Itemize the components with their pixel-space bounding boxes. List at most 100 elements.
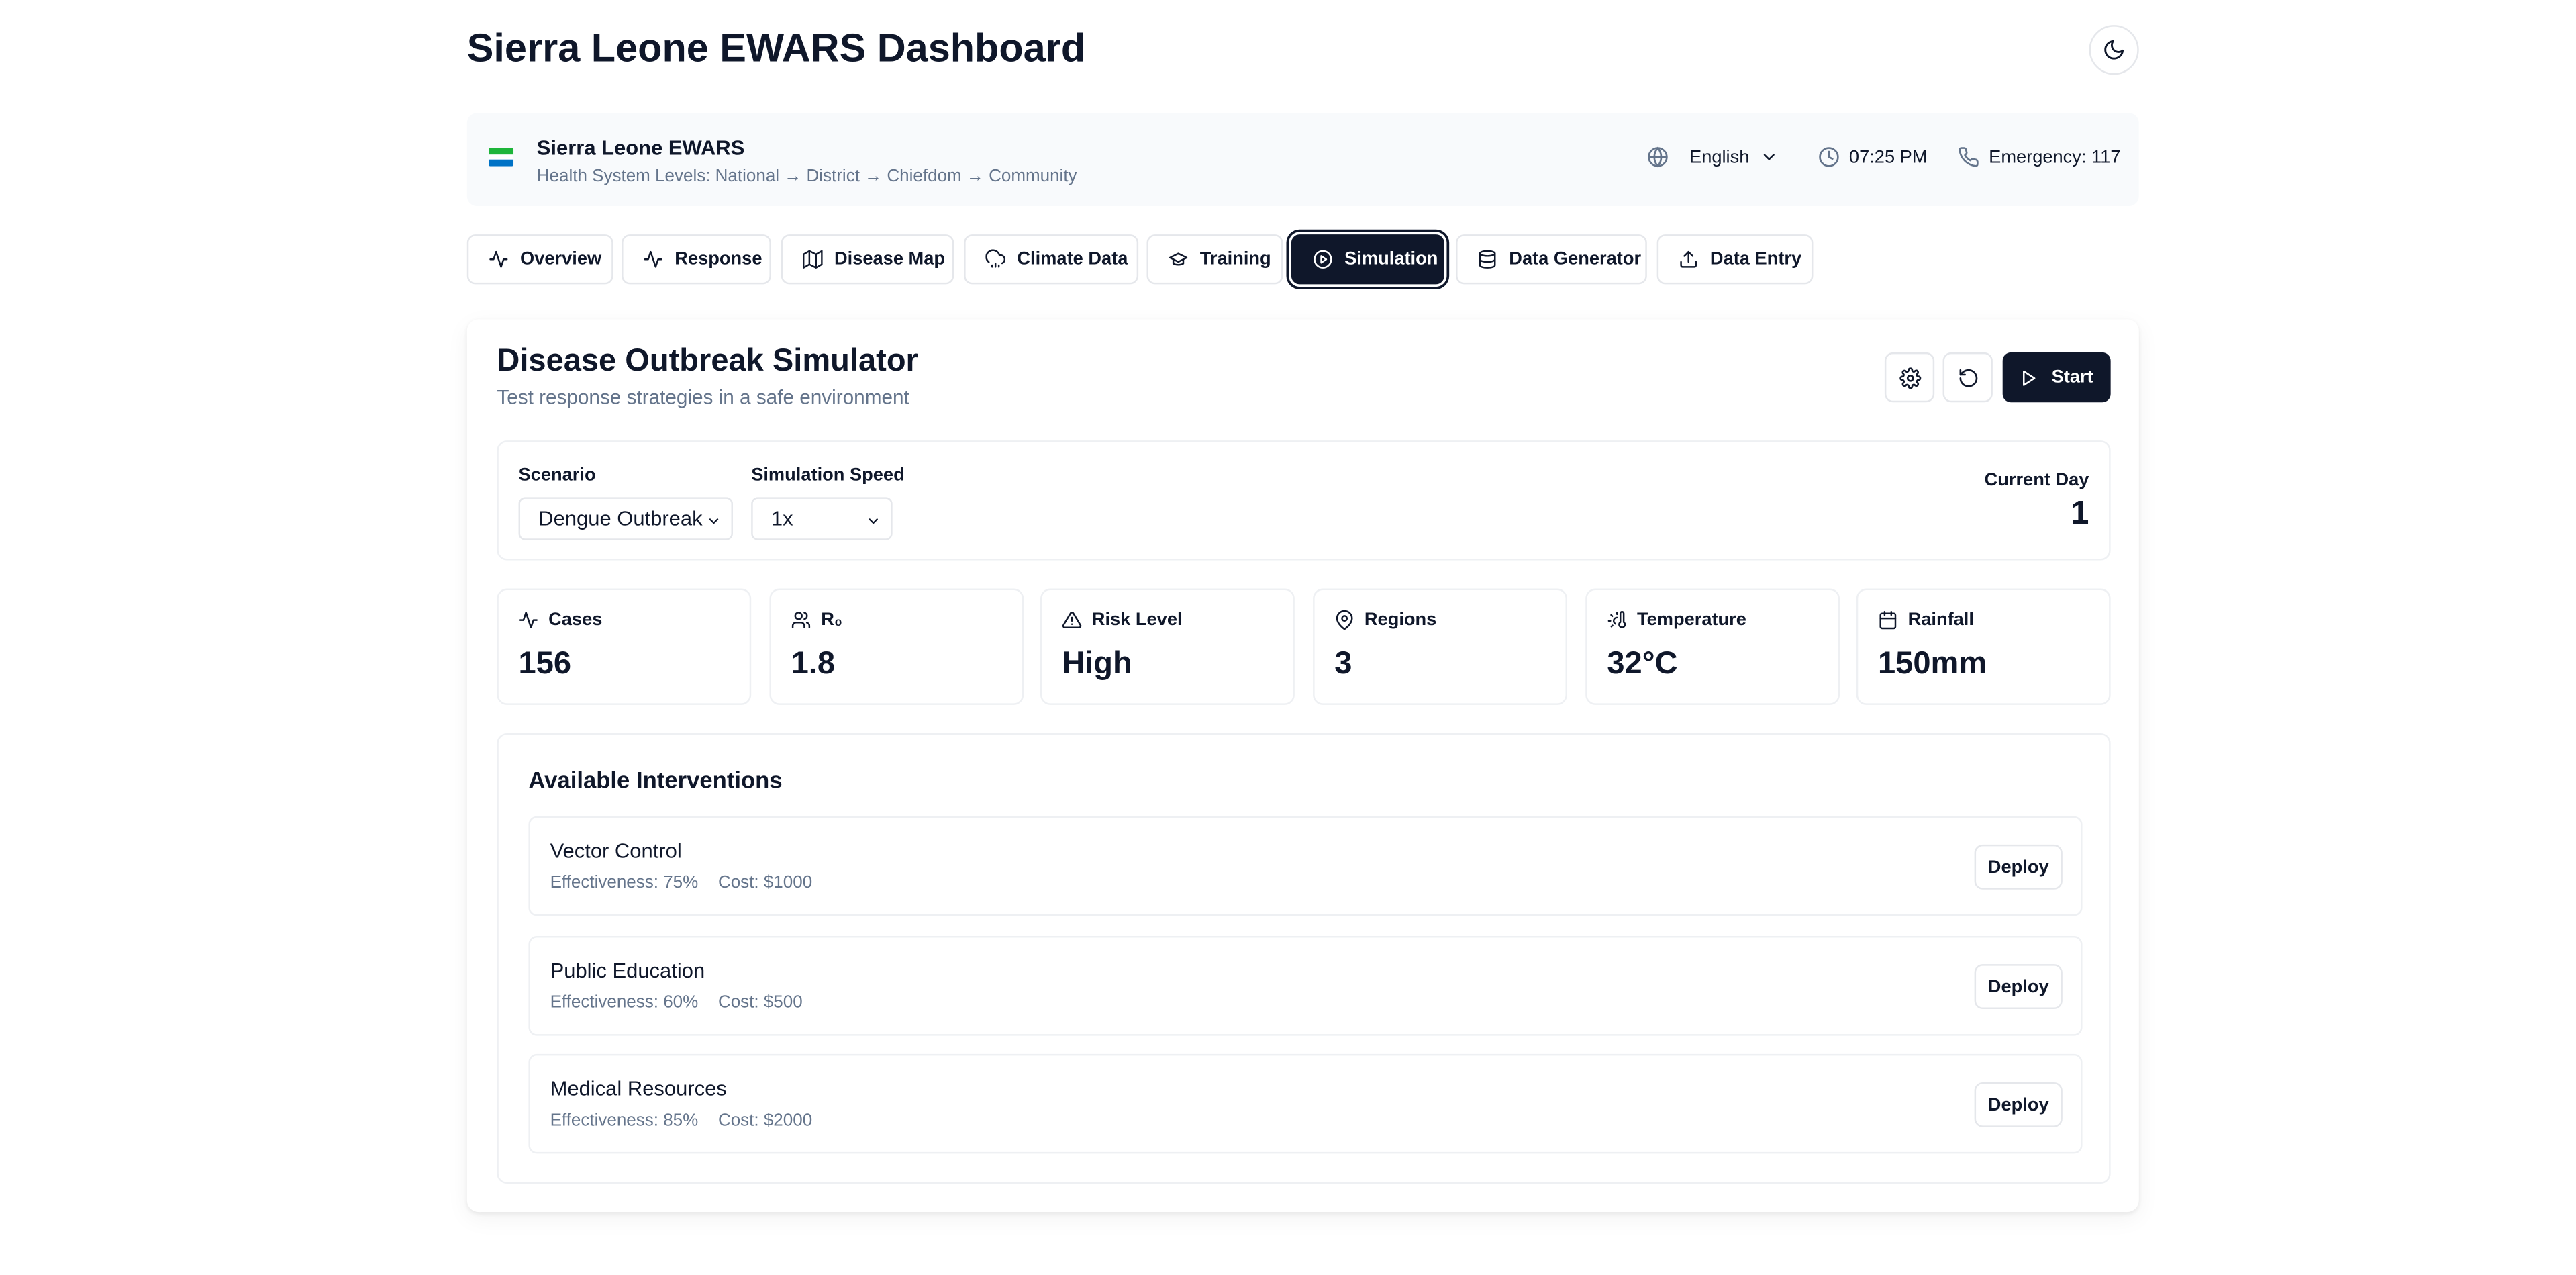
tab-label: Response bbox=[675, 249, 762, 270]
activity-icon bbox=[519, 612, 538, 628]
org-name: Sierra Leone EWARS bbox=[536, 136, 745, 160]
deploy-button[interactable]: Deploy bbox=[1974, 844, 2063, 890]
language-label: English bbox=[1689, 147, 1750, 167]
chevron-down-icon bbox=[869, 518, 878, 524]
tab-disease-map[interactable]: Disease Map bbox=[781, 234, 954, 285]
stat-temperature: Temperature 32°C bbox=[1585, 588, 1840, 705]
interventions-title: Available Interventions bbox=[528, 766, 783, 794]
intervention-cost: Cost: $2000 bbox=[717, 1111, 813, 1131]
current-time: 07:25 PM bbox=[1848, 147, 1928, 167]
play-icon bbox=[2024, 369, 2036, 385]
stat-risk-level: Risk Level High bbox=[1040, 588, 1295, 705]
info-bar-right: English 07:25 PM Emergency: 117 bbox=[1646, 146, 2121, 168]
tab-data-entry[interactable]: Data Entry bbox=[1656, 234, 1814, 285]
stat-cases: Cases 156 bbox=[497, 588, 752, 705]
stat-label: Temperature bbox=[1607, 610, 1746, 630]
stat-value: 3 bbox=[1334, 647, 1352, 682]
page-title: Sierra Leone EWARS Dashboard bbox=[466, 26, 1086, 72]
gear-icon bbox=[1899, 367, 1921, 389]
alert-triangle-icon bbox=[1062, 612, 1082, 628]
stat-value: 156 bbox=[518, 647, 572, 682]
tab-label: Disease Map bbox=[834, 249, 946, 270]
stat-value: 1.8 bbox=[791, 647, 836, 682]
stat-label: Risk Level bbox=[1062, 610, 1183, 630]
speed-select[interactable]: 1x bbox=[751, 497, 893, 540]
intervention-item: Medical Resources Effectiveness: 85% Cost… bbox=[528, 1053, 2083, 1154]
stat-label: Rainfall bbox=[1878, 610, 1974, 630]
intervention-name: Public Education bbox=[550, 959, 705, 983]
stat-value: 150mm bbox=[1877, 647, 1987, 682]
upload-icon bbox=[1680, 250, 1697, 268]
tab-climate-data[interactable]: Climate Data bbox=[964, 234, 1139, 285]
tab-overview[interactable]: Overview bbox=[466, 234, 613, 285]
language-selector[interactable]: English bbox=[1646, 146, 1788, 168]
rotate-ccw-icon bbox=[1959, 368, 1977, 387]
stat-label: R₀ bbox=[791, 610, 843, 630]
chevron-down-icon bbox=[1763, 154, 1774, 161]
emergency-number[interactable]: Emergency: 117 bbox=[1957, 146, 2121, 168]
speed-value: 1x bbox=[771, 507, 793, 530]
scenario-value: Dengue Outbreak bbox=[538, 507, 703, 530]
intervention-effectiveness: Effectiveness: 85% bbox=[550, 1111, 699, 1131]
intervention-meta: Effectiveness: 60% Cost: $500 bbox=[550, 992, 803, 1012]
start-button[interactable]: Start bbox=[2002, 352, 2111, 403]
thermometer-sun-icon bbox=[1607, 611, 1626, 628]
intervention-meta: Effectiveness: 75% Cost: $1000 bbox=[550, 873, 813, 893]
stat-regions: Regions 3 bbox=[1313, 588, 1567, 705]
intervention-cost: Cost: $500 bbox=[717, 992, 803, 1012]
deploy-button[interactable]: Deploy bbox=[1974, 1082, 2063, 1127]
stat-label-text: Temperature bbox=[1636, 610, 1746, 630]
current-day-label: Current Day bbox=[1984, 470, 2089, 491]
clock-display: 07:25 PM bbox=[1818, 146, 1928, 168]
simulator-title: Disease Outbreak Simulator bbox=[497, 344, 918, 379]
stat-label-text: R₀ bbox=[821, 610, 843, 630]
interventions-panel: Available Interventions Vector Control E… bbox=[497, 733, 2111, 1184]
stat-label-text: Cases bbox=[548, 610, 603, 630]
stat-rainfall: Rainfall 150mm bbox=[1856, 588, 2111, 705]
cloud-rain-icon bbox=[985, 249, 1006, 268]
tab-label: Data Entry bbox=[1710, 249, 1802, 270]
intervention-effectiveness: Effectiveness: 60% bbox=[550, 992, 699, 1012]
intervention-item: Vector Control Effectiveness: 75% Cost: $… bbox=[528, 816, 2083, 916]
stat-value: 32°C bbox=[1607, 647, 1678, 682]
current-day-value: 1 bbox=[2070, 495, 2089, 532]
deploy-button[interactable]: Deploy bbox=[1974, 964, 2063, 1009]
phone-icon bbox=[1958, 147, 1978, 167]
scenario-select[interactable]: Dengue Outbreak bbox=[518, 497, 733, 540]
play-circle-icon bbox=[1314, 250, 1332, 269]
simulation-controls: Scenario Dengue Outbreak Simulation Spee… bbox=[497, 440, 2111, 561]
settings-button[interactable] bbox=[1884, 352, 1935, 403]
stat-label-text: Risk Level bbox=[1091, 610, 1183, 630]
flag-stripe-green bbox=[488, 148, 514, 154]
intervention-effectiveness: Effectiveness: 75% bbox=[550, 872, 699, 893]
reset-button[interactable] bbox=[1942, 352, 1993, 403]
graduation-cap-icon bbox=[1169, 252, 1188, 266]
sierra-leone-flag-icon bbox=[488, 148, 514, 167]
start-label: Start bbox=[2051, 367, 2093, 387]
speed-label: Simulation Speed bbox=[751, 465, 905, 486]
tab-simulation[interactable]: Simulation bbox=[1291, 234, 1444, 285]
tab-training[interactable]: Training bbox=[1146, 234, 1283, 285]
simulator-card: Disease Outbreak Simulator Test response… bbox=[466, 319, 2139, 1213]
intervention-name: Medical Resources bbox=[550, 1077, 727, 1101]
flag-stripe-blue bbox=[488, 160, 514, 167]
flag-stripe-white bbox=[488, 154, 514, 160]
stat-value: High bbox=[1062, 647, 1132, 682]
intervention-cost: Cost: $1000 bbox=[717, 872, 813, 893]
stat-label-text: Regions bbox=[1364, 610, 1437, 630]
users-icon bbox=[791, 612, 811, 628]
app-root: Sierra Leone EWARS Dashboard Sierra Leon… bbox=[0, 0, 2576, 1275]
calendar-icon bbox=[1879, 610, 1897, 630]
database-icon bbox=[1479, 250, 1496, 269]
tab-label: Climate Data bbox=[1017, 249, 1128, 270]
globe-icon bbox=[1646, 146, 1667, 168]
simulator-subtitle: Test response strategies in a safe envir… bbox=[497, 385, 909, 410]
tab-response[interactable]: Response bbox=[622, 234, 771, 285]
info-bar: Sierra Leone EWARS Health System Levels:… bbox=[466, 113, 2139, 207]
chevron-down-icon bbox=[709, 518, 719, 524]
stat-label-text: Rainfall bbox=[1908, 610, 1974, 630]
intervention-name: Vector Control bbox=[550, 839, 682, 863]
tab-data-generator[interactable]: Data Generator bbox=[1456, 234, 1647, 285]
theme-toggle-button[interactable] bbox=[2089, 25, 2139, 75]
tab-label: Training bbox=[1199, 249, 1271, 270]
